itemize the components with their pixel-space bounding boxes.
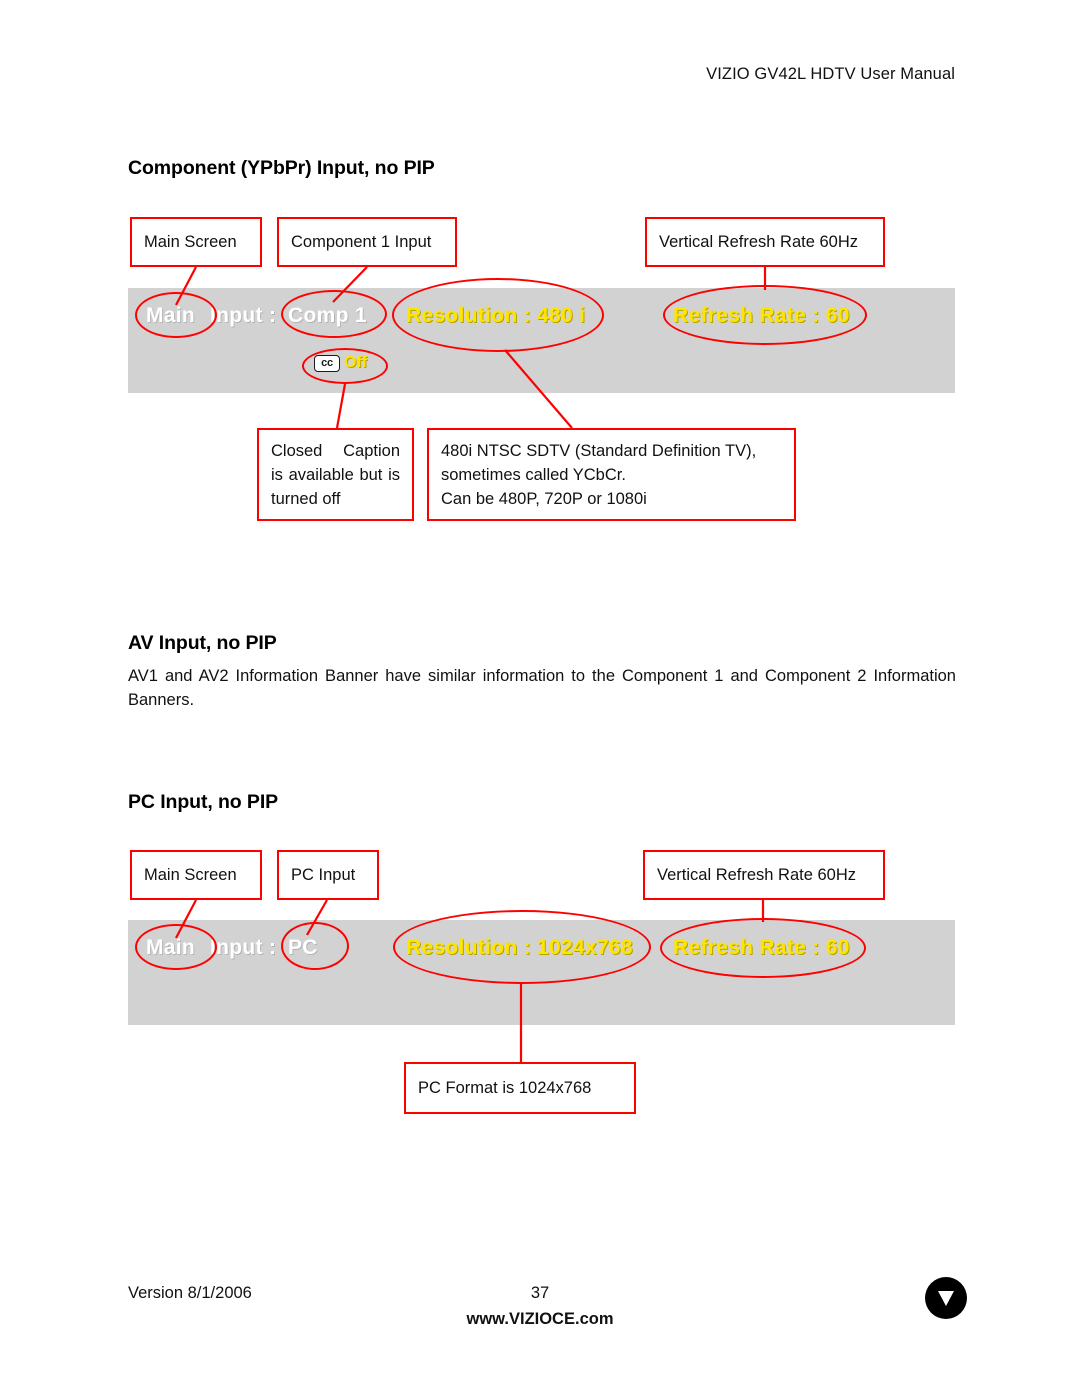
callout-pc-main-screen-label: Main Screen — [144, 866, 237, 884]
av-paragraph: AV1 and AV2 Information Banner have simi… — [128, 667, 956, 709]
callout-closed-caption: Closed Caption is available but is turne… — [257, 428, 414, 521]
osd-pc-input-label: Input : — [210, 936, 277, 959]
highlight-ellipse-pc-refresh-rate — [660, 918, 866, 978]
callout-main-screen: Main Screen — [130, 217, 262, 267]
highlight-ellipse-pc-input — [281, 922, 349, 970]
callout-pc-input: PC Input — [277, 850, 379, 900]
highlight-ellipse-closed-caption — [302, 348, 388, 384]
callout-component-input-label: Component 1 Input — [291, 233, 432, 251]
section-heading-component: Component (YPbPr) Input, no PIP — [128, 157, 435, 179]
callout-vertical-refresh-label: Vertical Refresh Rate 60Hz — [659, 233, 859, 251]
callout-pc-main-screen: Main Screen — [130, 850, 262, 900]
callout-main-screen-label: Main Screen — [144, 233, 237, 251]
callout-resolution-note-line3: Can be 480P, 720P or 1080i — [441, 490, 647, 508]
callout-resolution-note-line2: sometimes called YCbCr. — [441, 466, 626, 484]
manual-page: VIZIO GV42L HDTV User Manual Component (… — [0, 0, 1080, 1397]
callout-vertical-refresh: Vertical Refresh Rate 60Hz — [645, 217, 885, 267]
highlight-ellipse-resolution — [392, 278, 604, 352]
callout-pc-format: PC Format is 1024x768 — [404, 1062, 636, 1114]
callout-pc-vertical-refresh-label: Vertical Refresh Rate 60Hz — [657, 866, 857, 884]
vizio-logo-icon — [925, 1277, 967, 1319]
highlight-ellipse-main-screen — [135, 292, 217, 338]
callout-pc-input-label: PC Input — [291, 866, 356, 884]
footer-page-number: 37 — [530, 1284, 550, 1302]
callout-pc-vertical-refresh: Vertical Refresh Rate 60Hz — [643, 850, 885, 900]
section-heading-av: AV Input, no PIP — [128, 632, 277, 654]
callout-component-input: Component 1 Input — [277, 217, 457, 267]
document-header: VIZIO GV42L HDTV User Manual — [706, 65, 955, 83]
highlight-ellipse-pc-main-screen — [135, 924, 217, 970]
footer-website: www.VIZIOCE.com — [466, 1310, 614, 1328]
section-heading-pc: PC Input, no PIP — [128, 791, 279, 813]
callout-pc-format-label: PC Format is 1024x768 — [418, 1079, 592, 1097]
callout-closed-caption-label: Closed Caption is available but is turne… — [271, 442, 400, 508]
callout-resolution-note-line1: 480i NTSC SDTV (Standard Definition TV), — [441, 442, 757, 460]
callout-resolution-note: 480i NTSC SDTV (Standard Definition TV),… — [427, 428, 796, 521]
osd-input-label: Input : — [210, 304, 277, 327]
highlight-ellipse-refresh-rate — [663, 285, 867, 345]
highlight-ellipse-input — [281, 290, 387, 338]
highlight-ellipse-pc-resolution — [393, 910, 651, 984]
